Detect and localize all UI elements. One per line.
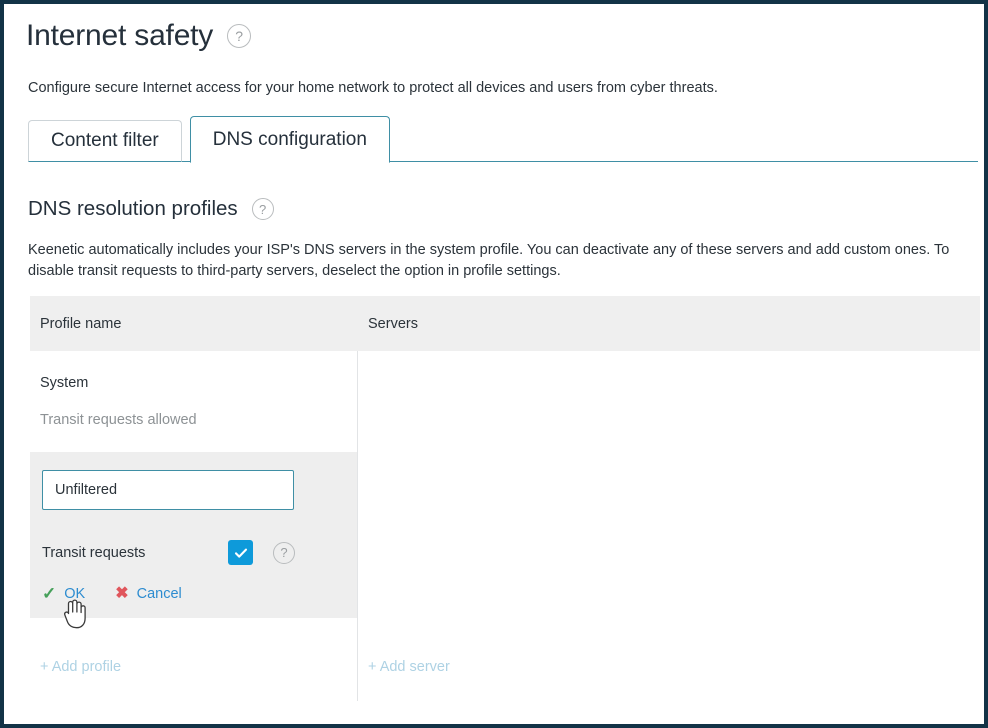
profile-status-system: Transit requests allowed <box>40 412 197 428</box>
question-mark-circle-icon[interactable]: ? <box>227 24 252 48</box>
add-profile-link[interactable]: + Add profile <box>40 659 121 675</box>
page-header: Internet safety ? <box>26 18 252 54</box>
transit-requests-label: Transit requests <box>42 544 146 561</box>
servers-column: + Add server <box>358 351 980 701</box>
transit-requests-checkbox[interactable] <box>228 540 253 565</box>
ok-button-label: OK <box>64 585 86 602</box>
cancel-button-label: Cancel <box>136 585 182 602</box>
section-title: DNS resolution profiles <box>28 197 238 220</box>
profile-name-system: System <box>40 375 89 391</box>
section-description: Keenetic automatically includes your ISP… <box>28 242 950 279</box>
add-server-link[interactable]: + Add server <box>368 659 450 675</box>
profiles-column: System Transit requests allowed Transit … <box>30 351 358 701</box>
tab-content-filter[interactable]: Content filter <box>28 120 182 162</box>
tab-bar: Content filter DNS configuration <box>28 114 978 163</box>
dns-profiles-table: Profile name Servers System Transit requ… <box>30 296 980 701</box>
column-header-servers: Servers <box>368 315 418 332</box>
page-subtitle: Configure secure Internet access for you… <box>28 80 718 96</box>
internet-safety-page: Internet safety ? Configure secure Inter… <box>4 4 984 724</box>
tab-content-filter-label: Content filter <box>51 130 159 151</box>
transit-requests-row: Transit requests ? <box>42 540 345 565</box>
page-title: Internet safety <box>26 19 214 52</box>
question-mark-circle-icon[interactable]: ? <box>251 198 274 220</box>
edit-actions: ✓ OK ✖ Cancel <box>42 585 345 602</box>
table-header-row: Profile name Servers <box>30 296 980 351</box>
ok-button[interactable]: ✓ OK <box>42 585 85 602</box>
profile-name-input[interactable] <box>42 470 294 510</box>
table-body: System Transit requests allowed Transit … <box>30 351 980 701</box>
table-row[interactable]: System Transit requests allowed <box>30 351 357 430</box>
profile-edit-panel: Transit requests ? ✓ OK <box>30 452 357 618</box>
column-header-profile-name: Profile name <box>40 315 122 332</box>
section-header: DNS resolution profiles ? <box>28 196 274 222</box>
check-icon: ✓ <box>42 584 57 603</box>
browser-viewport: Internet safety ? Configure secure Inter… <box>0 0 988 728</box>
tab-dns-configuration-label: DNS configuration <box>212 128 367 150</box>
cancel-button[interactable]: ✖ Cancel <box>115 584 182 602</box>
cross-icon: ✖ <box>115 584 129 602</box>
question-mark-circle-icon[interactable]: ? <box>273 541 295 564</box>
tab-dns-configuration[interactable]: DNS configuration <box>189 116 390 163</box>
